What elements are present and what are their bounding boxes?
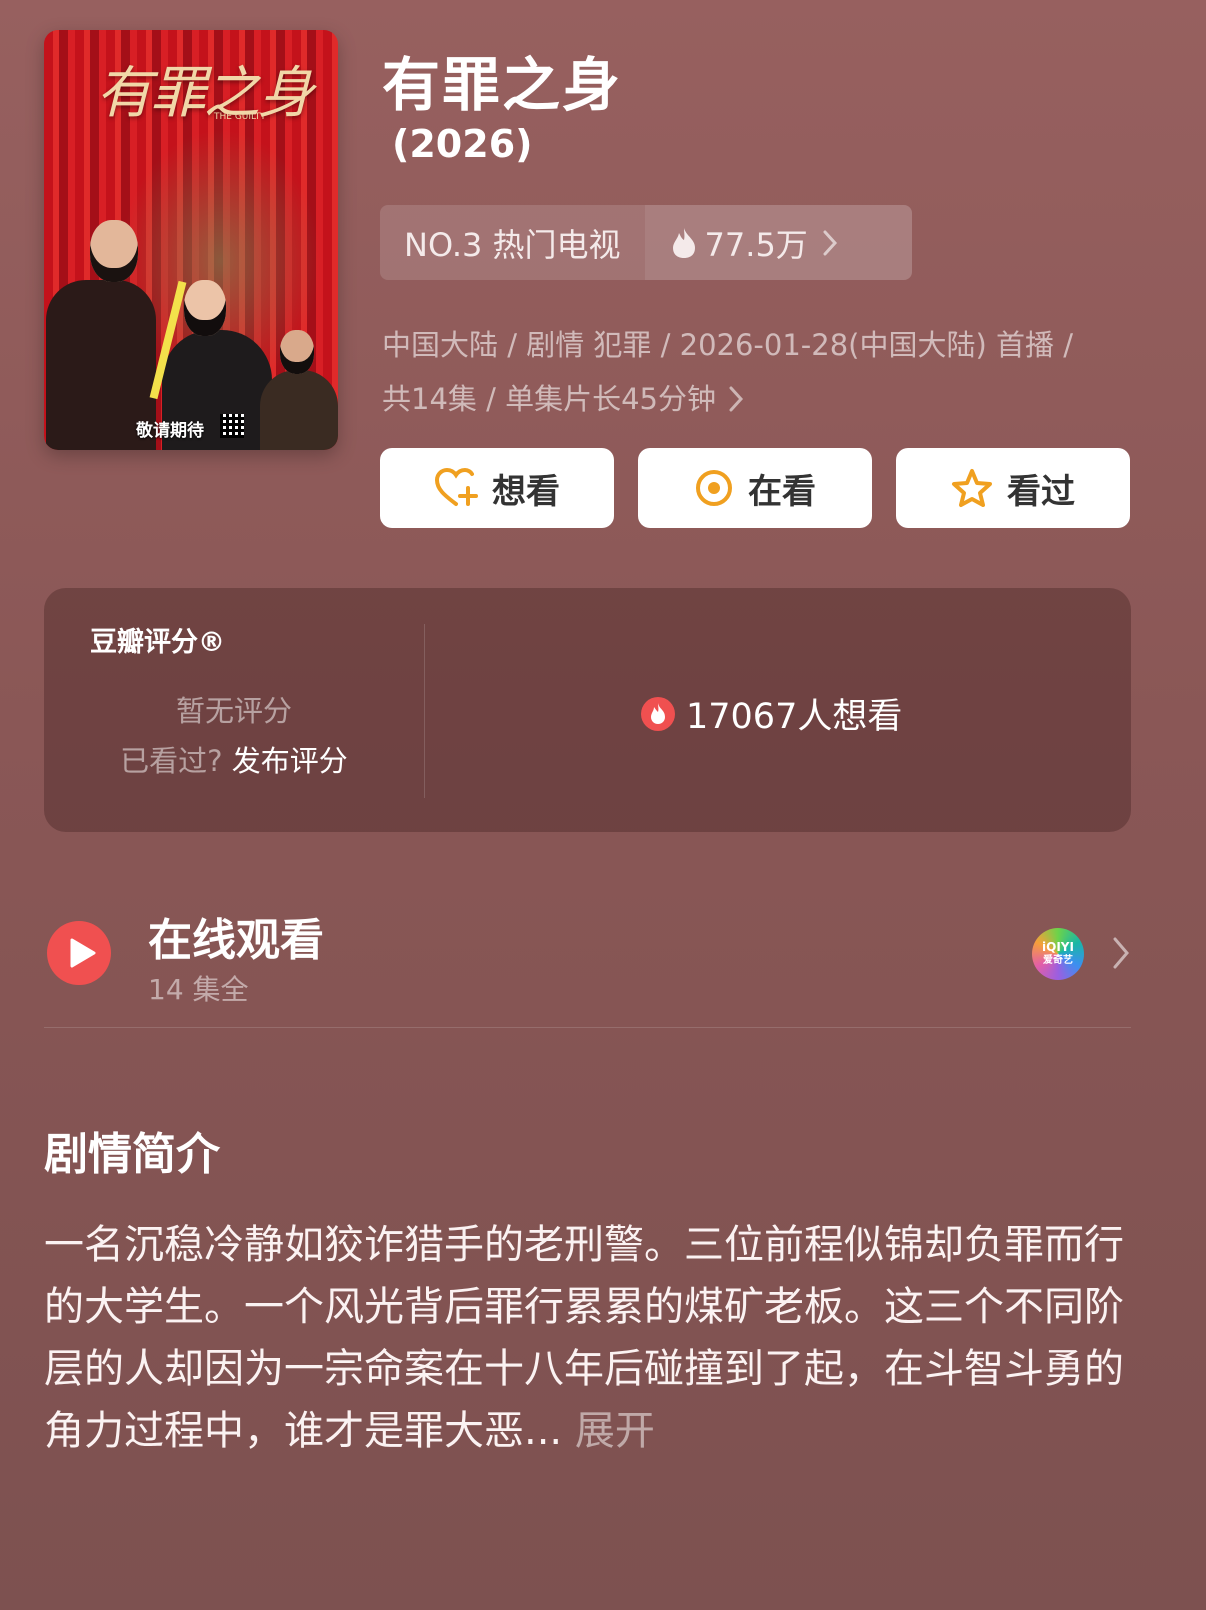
iqiyi-logo-text: iQIYI — [1042, 940, 1074, 954]
watching-button[interactable]: 在看 — [638, 448, 872, 528]
target-icon — [696, 470, 732, 506]
chevron-right-icon — [823, 230, 837, 255]
flame-icon — [672, 227, 695, 258]
chevron-right-icon — [1113, 937, 1129, 969]
heat-value: 77.5万 — [704, 225, 808, 264]
online-watch-title: 在线观看 — [148, 915, 324, 966]
flame-badge-icon — [641, 696, 675, 731]
synopsis-heading: 剧情简介 — [44, 1129, 220, 1180]
poster-figure-head — [90, 220, 138, 282]
show-meta[interactable]: 中国大陆 / 剧情 犯罪 / 2026-01-28(中国大陆) 首播 / 共14… — [382, 318, 1162, 426]
synopsis-text: 一名沉稳冷静如狡诈猎手的老刑警。三位前程似锦却负罪而行的大学生。一个风光背后罪行… — [44, 1214, 1144, 1462]
poster-figure-head — [184, 280, 226, 336]
want-button[interactable]: 想看 — [380, 448, 614, 528]
wish-count-text: 17067人想看 — [686, 697, 903, 737]
iqiyi-logo-text-cn: 爱奇艺 — [1043, 955, 1073, 966]
poster-figure — [260, 370, 338, 450]
douban-rating-brand: 豆瓣评分® — [90, 627, 225, 658]
rating-status: 暂无评分 — [175, 694, 292, 728]
divider — [44, 1027, 1131, 1028]
divider — [424, 624, 425, 798]
online-watch-row[interactable]: 在线观看 14 集全 iQIYI 爱奇艺 — [44, 900, 1134, 1010]
meta-line: 中国大陆 / 剧情 犯罪 / 2026-01-28(中国大陆) 首播 / — [382, 328, 1074, 362]
poster-badge: 敬请期待 — [136, 421, 204, 441]
play-icon — [47, 921, 111, 985]
chevron-right-icon — [729, 386, 744, 412]
heat-section[interactable]: 77.5万 — [644, 205, 912, 280]
want-label: 想看 — [492, 471, 560, 512]
post-rating-link[interactable]: 发布评分 — [232, 744, 348, 778]
poster-figure-head — [280, 330, 314, 374]
wish-count[interactable]: 17067人想看 — [640, 688, 902, 739]
qr-code-icon — [220, 414, 244, 438]
episode-count: 14 集全 — [148, 973, 249, 1006]
iqiyi-logo-icon[interactable]: iQIYI 爱奇艺 — [1032, 928, 1084, 980]
watched-button[interactable]: 看过 — [896, 448, 1130, 528]
meta-line: 共14集 / 单集片长45分钟 — [382, 382, 717, 416]
watching-label: 在看 — [748, 471, 816, 512]
rating-card: 豆瓣评分® 暂无评分 已看过? 发布评分 17067人想看 — [44, 588, 1131, 832]
rating-prompt: 已看过? 发布评分 — [44, 738, 424, 780]
rating-prompt-text: 已看过? — [120, 744, 223, 778]
meta-line-2: 共14集 / 单集片长45分钟 — [382, 372, 1162, 426]
heart-plus-icon — [434, 468, 478, 506]
show-year: (2026) — [392, 122, 533, 166]
ranking-pill[interactable]: NO.3 热门电视 77.5万 — [380, 205, 912, 280]
show-title: 有罪之身 — [382, 51, 623, 119]
watched-label: 看过 — [1007, 471, 1075, 512]
poster-image[interactable]: 有罪之身 THE GUILTY 敬请期待 — [44, 30, 338, 450]
expand-link[interactable]: 展开 — [575, 1408, 655, 1454]
poster-title-art: 有罪之身 — [96, 61, 314, 126]
star-icon — [952, 469, 992, 507]
ranking-label: NO.3 热门电视 — [404, 225, 621, 264]
poster-subtitle-art: THE GUILTY — [214, 112, 266, 122]
